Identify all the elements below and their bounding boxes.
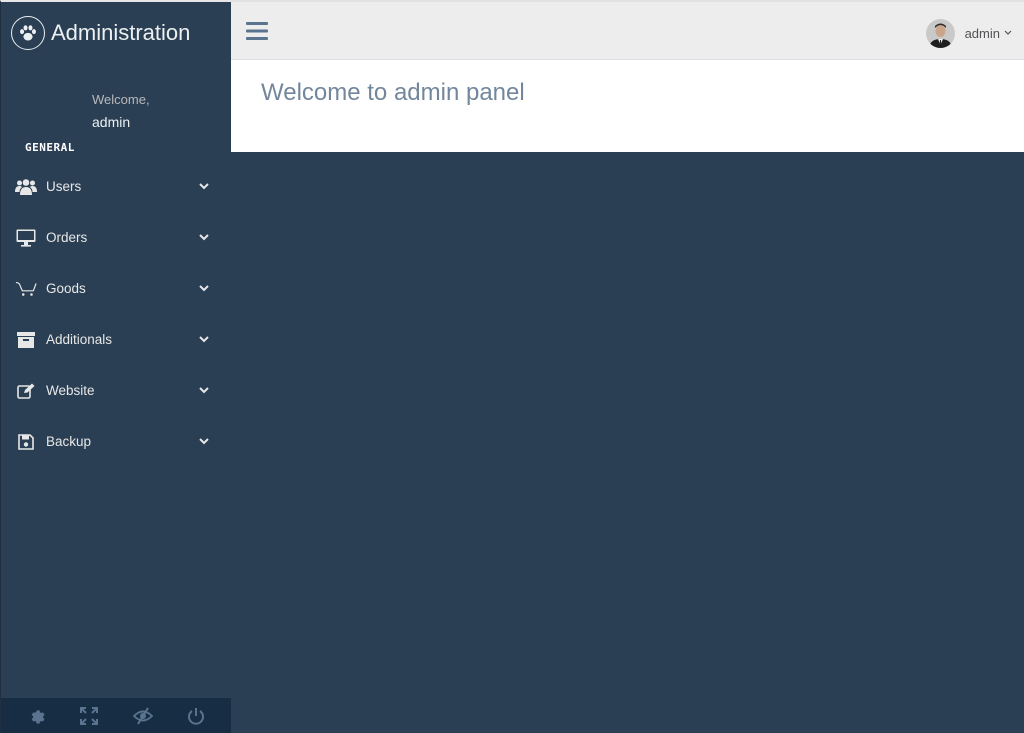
monitor-icon: [15, 228, 37, 248]
floppy-disk-icon: [15, 432, 37, 452]
avatar: [925, 18, 955, 48]
paw-icon: [11, 16, 45, 50]
sidebar: Administration Welcome, admin GENERAL Us…: [0, 0, 231, 733]
sidebar-item-goods[interactable]: Goods: [1, 263, 231, 314]
hamburger-icon[interactable]: [245, 19, 269, 43]
sidebar-item-label: Backup: [46, 434, 92, 449]
archive-icon: [15, 330, 37, 350]
brand[interactable]: Administration: [11, 15, 190, 51]
gear-icon[interactable]: [24, 704, 48, 728]
sidebar-item-label: Additionals: [46, 332, 113, 347]
eye-slash-icon[interactable]: [131, 704, 155, 728]
fullscreen-icon[interactable]: [77, 704, 101, 728]
welcome-text: Welcome,: [92, 92, 150, 107]
sidebar-item-backup[interactable]: Backup: [1, 416, 231, 467]
brand-title: Administration: [51, 20, 191, 45]
chevron-down-icon: [198, 334, 210, 346]
edit-icon: [15, 381, 37, 401]
sidebar-item-label: Orders: [46, 230, 88, 245]
sidebar-item-label: Website: [46, 383, 95, 398]
users-icon: [15, 177, 37, 197]
chevron-down-icon: [198, 181, 210, 193]
chevron-down-icon: [198, 283, 210, 295]
top-navbar: admin: [231, 0, 1024, 60]
section-label-general: GENERAL: [25, 141, 75, 154]
welcome-user-name: admin: [92, 114, 131, 130]
sidebar-footer: [1, 698, 231, 733]
sidebar-menu: Users Orders Goods Additionals Website B…: [1, 161, 231, 467]
sidebar-item-label: Users: [46, 179, 82, 194]
power-icon[interactable]: [184, 704, 208, 728]
content-panel: Welcome to admin panel: [231, 60, 1024, 152]
sidebar-item-orders[interactable]: Orders: [1, 212, 231, 263]
chevron-down-icon: [198, 436, 210, 448]
cart-icon: [15, 279, 37, 299]
sidebar-item-website[interactable]: Website: [1, 365, 231, 416]
chevron-down-icon: [198, 232, 210, 244]
user-name: admin: [964, 25, 1000, 41]
app-root: Administration Welcome, admin GENERAL Us…: [0, 0, 1024, 733]
chevron-down-icon: [198, 385, 210, 397]
chevron-down-icon: [1003, 29, 1012, 38]
page-title: Welcome to admin panel: [261, 79, 525, 106]
sidebar-item-label: Goods: [46, 281, 86, 296]
sidebar-item-users[interactable]: Users: [1, 161, 231, 212]
user-profile-dropdown[interactable]: admin: [925, 17, 1012, 49]
sidebar-item-additionals[interactable]: Additionals: [1, 314, 231, 365]
